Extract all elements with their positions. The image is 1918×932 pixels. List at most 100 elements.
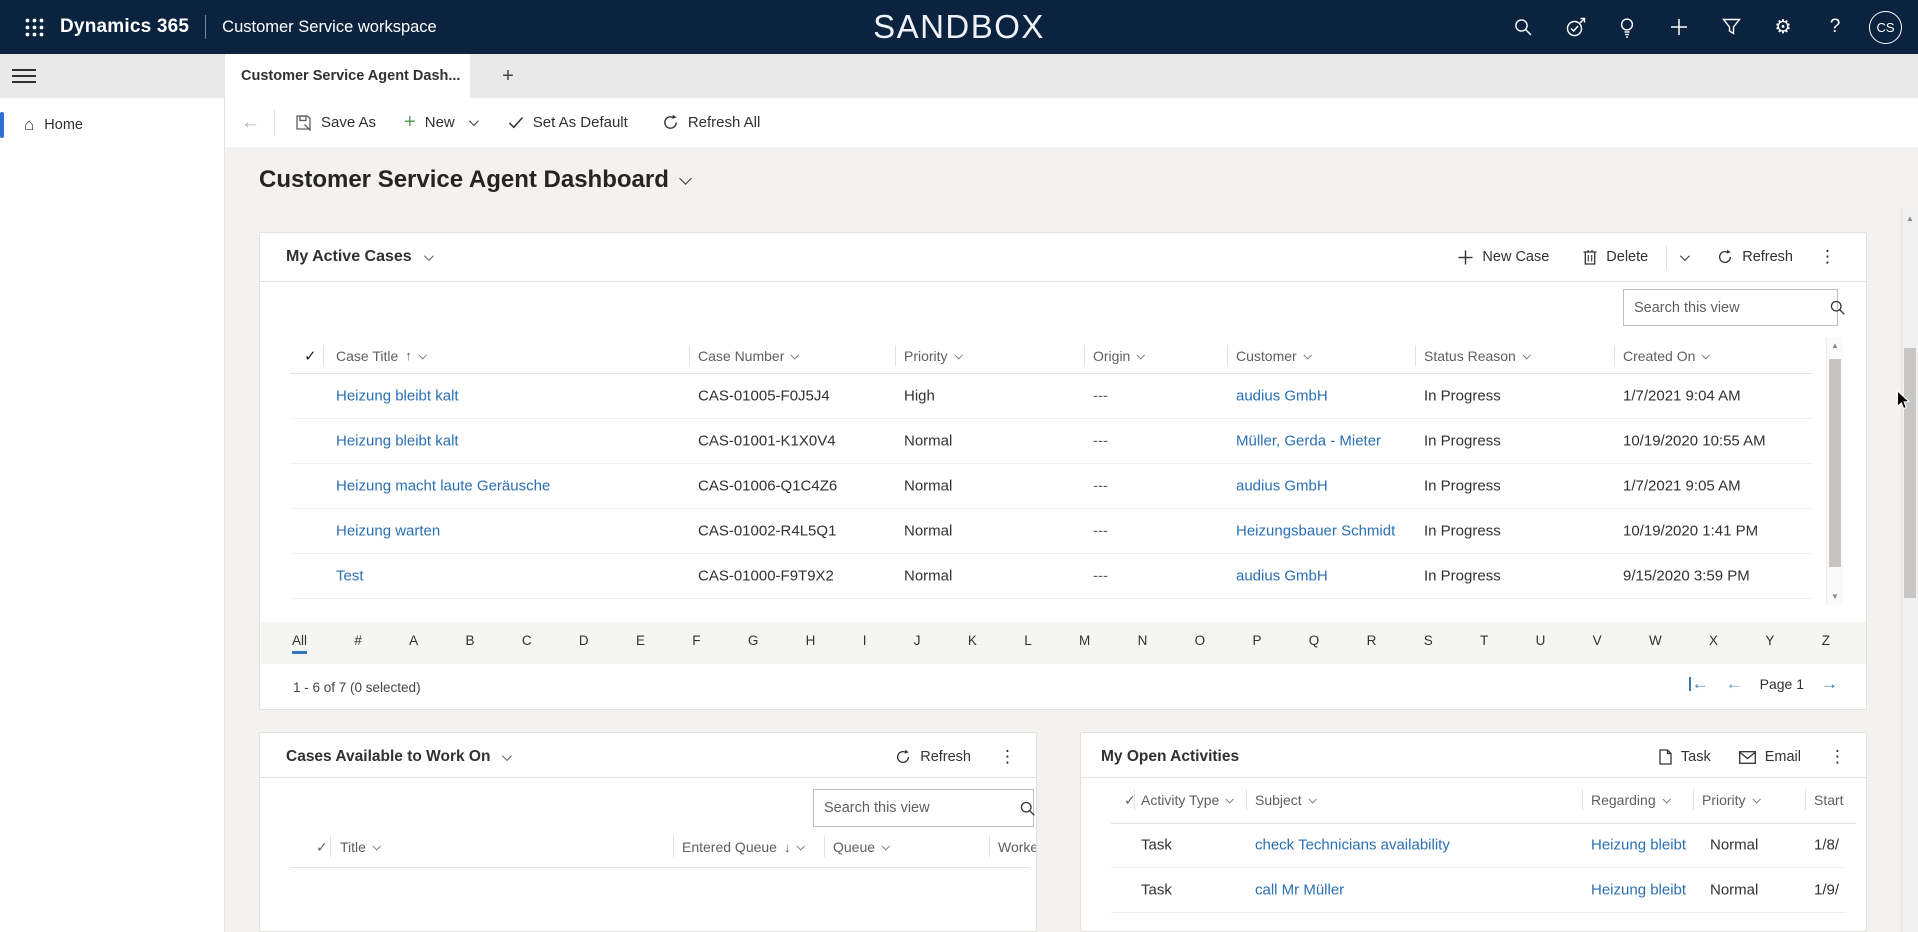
alpha-all[interactable]: All (292, 633, 307, 654)
tab-dashboard[interactable]: Customer Service Agent Dash... (225, 54, 470, 98)
table-row[interactable]: Heizung macht laute Geräusche CAS-01006-… (290, 464, 1813, 509)
alpha-item[interactable]: M (1079, 633, 1090, 654)
alpha-item[interactable]: H (806, 633, 816, 654)
alpha-item[interactable]: F (692, 633, 700, 654)
case-title-link[interactable]: Heizung macht laute Geräusche (336, 478, 550, 495)
customer-link[interactable]: Müller, Gerda - Mieter (1236, 433, 1381, 450)
subject-link[interactable]: check Technicians availability (1255, 837, 1450, 854)
column-entered-queue[interactable]: Entered Queue ↓ (682, 833, 803, 861)
scroll-up-icon[interactable]: ▲ (1902, 214, 1918, 223)
customer-link[interactable]: audius GmbH (1236, 388, 1328, 405)
scroll-down-icon[interactable]: ▼ (1827, 592, 1843, 601)
column-status-reason[interactable]: Status Reason (1424, 337, 1529, 374)
alpha-item[interactable]: D (579, 633, 589, 654)
select-all-checkmark-icon[interactable]: ✓ (304, 337, 317, 374)
app-title[interactable]: Dynamics 365 (60, 16, 189, 38)
column-priority[interactable]: Priority (1702, 786, 1759, 814)
alpha-item[interactable]: T (1480, 633, 1488, 654)
refresh-button[interactable]: Refresh (1717, 249, 1793, 265)
select-all-checkmark-icon[interactable]: ✓ (316, 833, 328, 861)
case-title-link[interactable]: Heizung warten (336, 523, 440, 540)
alpha-item[interactable]: B (465, 633, 474, 654)
alpha-item[interactable]: Z (1822, 633, 1830, 654)
new-case-button[interactable]: New Case (1458, 249, 1549, 265)
alpha-item[interactable]: # (354, 633, 362, 654)
refresh-all-button[interactable]: Refresh All (662, 114, 761, 131)
sidebar-item-home[interactable]: ⌂ Home (0, 108, 225, 142)
case-title-link[interactable]: Test (336, 568, 364, 585)
more-commands-icon[interactable]: ⋮ (1823, 747, 1852, 767)
search-input[interactable] (1624, 300, 1829, 316)
column-start[interactable]: Start (1814, 786, 1844, 814)
page-scrollbar[interactable]: ▲ (1901, 208, 1918, 932)
more-commands-icon[interactable]: ⋮ (1813, 247, 1842, 267)
refresh-button[interactable]: Refresh (895, 749, 971, 765)
help-icon[interactable]: ? (1809, 0, 1861, 54)
customer-link[interactable]: audius GmbH (1236, 478, 1328, 495)
scroll-up-icon[interactable]: ▲ (1827, 341, 1843, 350)
subject-link[interactable]: call Mr Müller (1255, 882, 1344, 899)
column-title[interactable]: Title (340, 833, 379, 861)
alpha-item[interactable]: P (1252, 633, 1261, 654)
alpha-item[interactable]: W (1649, 633, 1662, 654)
activity-row[interactable]: Task call Mr Müller Heizung bleibt Norma… (1111, 868, 1846, 913)
lightbulb-icon[interactable] (1601, 0, 1653, 54)
table-row[interactable]: Heizung bleibt kalt CAS-01005-F0J5J4 Hig… (290, 374, 1813, 419)
search-icon[interactable] (1497, 0, 1549, 54)
alpha-item[interactable]: V (1593, 633, 1602, 654)
new-dropdown-chevron-icon[interactable] (469, 116, 479, 126)
column-worked[interactable]: Worked (998, 833, 1037, 861)
table-row[interactable]: Heizung bleibt kalt CAS-01001-K1X0V4 Nor… (290, 419, 1813, 464)
column-priority[interactable]: Priority (904, 337, 961, 374)
regarding-link[interactable]: Heizung bleibt (1591, 882, 1686, 899)
new-button[interactable]: + New (404, 111, 455, 134)
column-queue[interactable]: Queue (833, 833, 888, 861)
next-page-icon[interactable]: → (1821, 674, 1838, 694)
filter-icon[interactable] (1705, 0, 1757, 54)
first-page-icon[interactable]: ← (1689, 677, 1709, 691)
column-case-number[interactable]: Case Number (698, 337, 797, 374)
set-as-default-button[interactable]: Set As Default (508, 114, 628, 131)
table-row[interactable]: Heizung warten CAS-01002-R4L5Q1 Normal -… (290, 509, 1813, 554)
guided-tasks-icon[interactable] (1549, 0, 1601, 54)
dashboard-selector-chevron-icon[interactable] (679, 172, 692, 185)
column-created-on[interactable]: Created On (1623, 337, 1708, 374)
search-icon[interactable] (1019, 800, 1036, 817)
customer-link[interactable]: Heizungsbauer Schmidt (1236, 523, 1395, 540)
column-customer[interactable]: Customer (1236, 337, 1310, 374)
delete-button[interactable]: Delete (1583, 249, 1648, 265)
settings-gear-icon[interactable]: ⚙ (1757, 0, 1809, 54)
save-as-button[interactable]: Save As (295, 114, 376, 131)
hamburger-menu-icon[interactable] (12, 66, 36, 86)
alpha-item[interactable]: K (968, 633, 977, 654)
search-icon[interactable] (1829, 299, 1846, 316)
email-button[interactable]: Email (1739, 749, 1801, 765)
new-tab-button[interactable]: + (488, 54, 528, 98)
waffle-icon[interactable] (14, 0, 54, 54)
grid-scrollbar-thumb[interactable] (1829, 359, 1841, 567)
back-arrow-icon[interactable]: ← (241, 112, 260, 134)
user-avatar[interactable]: CS (1869, 11, 1902, 44)
alpha-item[interactable]: O (1195, 633, 1206, 654)
column-origin[interactable]: Origin (1093, 337, 1143, 374)
table-row[interactable]: Test CAS-01000-F9T9X2 Normal --- audius … (290, 554, 1813, 599)
column-subject[interactable]: Subject (1255, 786, 1315, 814)
column-regarding[interactable]: Regarding (1591, 786, 1669, 814)
task-button[interactable]: Task (1659, 749, 1711, 765)
alpha-item[interactable]: G (748, 633, 759, 654)
alpha-item[interactable]: X (1709, 633, 1718, 654)
alpha-item[interactable]: Y (1765, 633, 1774, 654)
alpha-item[interactable]: A (409, 633, 418, 654)
regarding-link[interactable]: Heizung bleibt (1591, 837, 1686, 854)
view-selector-chevron-icon[interactable] (424, 251, 434, 261)
customer-link[interactable]: audius GmbH (1236, 568, 1328, 585)
column-activity-type[interactable]: Activity Type (1141, 786, 1232, 814)
case-title-link[interactable]: Heizung bleibt kalt (336, 388, 459, 405)
view-selector-chevron-icon[interactable] (502, 751, 512, 761)
delete-dropdown-chevron-icon[interactable] (1680, 251, 1690, 261)
alpha-item[interactable]: S (1424, 633, 1433, 654)
alpha-item[interactable]: L (1024, 633, 1032, 654)
activity-row[interactable]: Task check Technicians availability Heiz… (1111, 823, 1846, 868)
column-case-title[interactable]: Case Title ↑ (336, 337, 425, 374)
alpha-item[interactable]: Q (1309, 633, 1320, 654)
